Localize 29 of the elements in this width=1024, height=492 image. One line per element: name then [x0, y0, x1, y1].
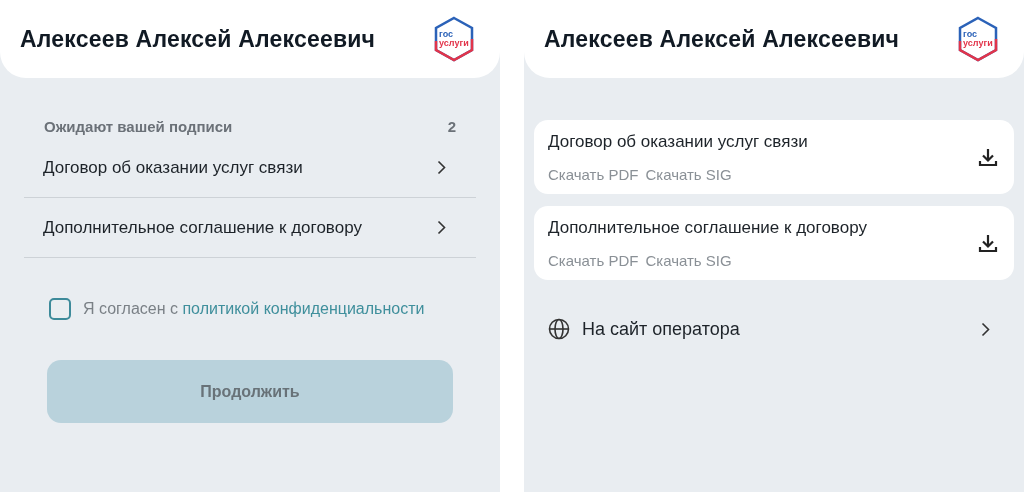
consent-text: Я согласен с политикой конфиденциальности [83, 300, 425, 318]
chevron-right-icon [437, 220, 446, 235]
user-name: Алексеев Алексей Алексеевич [544, 25, 900, 53]
document-title: Договор об оказании услуг связи [43, 157, 303, 178]
download-icon[interactable] [978, 147, 998, 167]
pending-count: 2 [447, 118, 456, 137]
user-name: Алексеев Алексей Алексеевич [20, 25, 376, 53]
download-link[interactable]: Скачать PDF [548, 251, 639, 269]
globe-icon [548, 318, 570, 340]
chevron-right-icon [981, 321, 990, 337]
operator-link-row[interactable]: На сайт оператора [534, 304, 1014, 354]
consent-checkbox[interactable] [49, 298, 71, 320]
chevron-right-icon [437, 160, 446, 175]
document-title: Дополнительное соглашение к договору [43, 217, 362, 238]
section-title: Ожидают вашей подписи [44, 118, 233, 137]
logo-text: услуги [439, 39, 469, 48]
download-link[interactable]: Скачать SIG [645, 165, 732, 183]
document-title: Дополнительное соглашение к договору [548, 217, 867, 238]
download-link[interactable]: Скачать PDF [548, 165, 639, 183]
download-icon[interactable] [978, 233, 998, 253]
logo-text: гос [963, 30, 978, 39]
logo-text: гос [439, 30, 454, 39]
document-row[interactable]: Дополнительное соглашение к договору [24, 198, 476, 258]
privacy-policy-link[interactable]: политикой конфиденциальности [182, 300, 425, 317]
document-title: Договор об оказании услуг связи [548, 131, 808, 152]
document-row[interactable]: Договор об оказании услуг связи [24, 138, 476, 198]
download-link[interactable]: Скачать SIG [645, 251, 732, 269]
operator-link-label: На сайт оператора [582, 318, 741, 340]
logo-text: услуги [963, 39, 993, 48]
